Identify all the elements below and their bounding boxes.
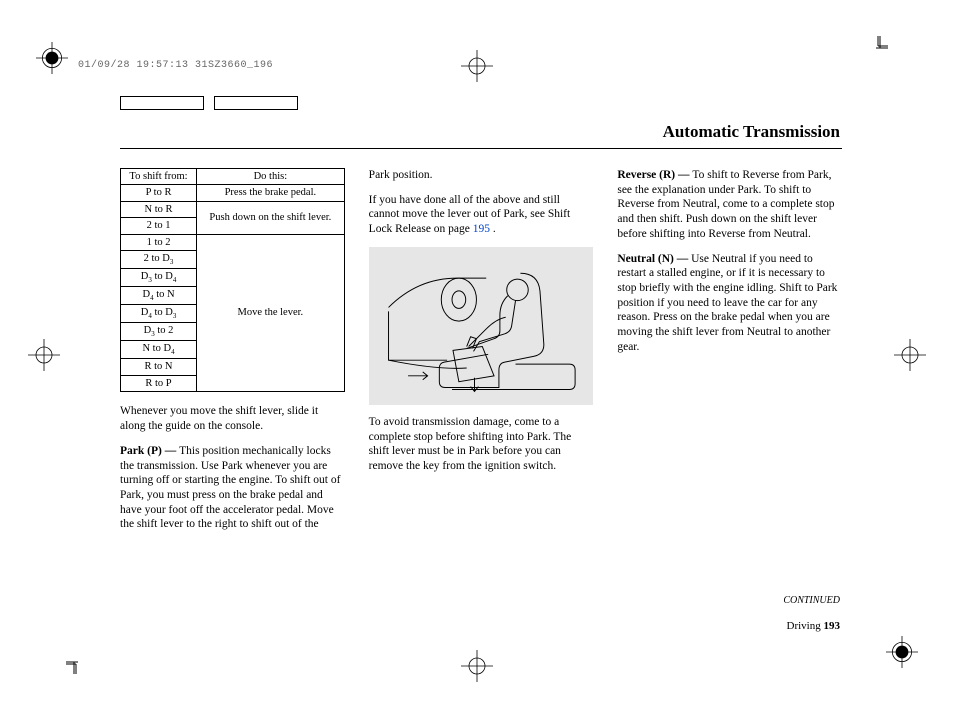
registration-mark-icon xyxy=(894,339,926,371)
page-title: Automatic Transmission xyxy=(663,122,840,142)
page-number: 193 xyxy=(824,620,841,632)
body-text: If you have done all of the above and st… xyxy=(369,193,594,237)
shift-table: To shift from: Do this: P to R Press the… xyxy=(120,168,345,392)
table-row: P to R Press the brake pedal. xyxy=(121,185,345,201)
nav-tabs xyxy=(120,96,298,110)
table-row: 1 to 2 Move the lever. xyxy=(121,234,345,250)
page-link[interactable]: 195 xyxy=(473,223,490,235)
th-do: Do this: xyxy=(197,169,345,185)
body-text: To avoid transmission damage, come to a … xyxy=(369,415,594,474)
table-row: To shift from: Do this: xyxy=(121,169,345,185)
column-1: To shift from: Do this: P to R Press the… xyxy=(120,168,345,532)
registration-mark-icon xyxy=(461,650,493,682)
body-text: Reverse (R) — To shift to Reverse from P… xyxy=(617,168,842,242)
body-text: Park position. xyxy=(369,168,594,183)
crop-mark xyxy=(868,36,888,56)
section-name: Driving xyxy=(787,620,821,632)
column-3: Reverse (R) — To shift to Reverse from P… xyxy=(617,168,842,532)
nav-tab[interactable] xyxy=(120,96,204,110)
print-header-code: 01/09/28 19:57:13 31SZ3660_196 xyxy=(78,60,273,71)
title-rule xyxy=(120,148,842,149)
shift-lever-illustration xyxy=(369,247,594,405)
th-from: To shift from: xyxy=(121,169,197,185)
body-text: Whenever you move the shift lever, slide… xyxy=(120,404,345,433)
table-row: N to R Push down on the shift lever. xyxy=(121,201,345,217)
continued-label: CONTINUED xyxy=(783,595,840,606)
body-text: Neutral (N) — Use Neutral if you need to… xyxy=(617,252,842,355)
page-footer: Driving 193 xyxy=(787,620,840,632)
column-2: Park position. If you have done all of t… xyxy=(369,168,594,532)
registration-mark-icon xyxy=(886,636,918,668)
crop-mark xyxy=(66,654,86,674)
body-text: Park (P) — This position mechani­cally l… xyxy=(120,444,345,532)
registration-mark-icon xyxy=(461,50,493,82)
nav-tab[interactable] xyxy=(214,96,298,110)
registration-mark-icon xyxy=(28,339,60,371)
registration-mark-icon xyxy=(36,42,68,74)
